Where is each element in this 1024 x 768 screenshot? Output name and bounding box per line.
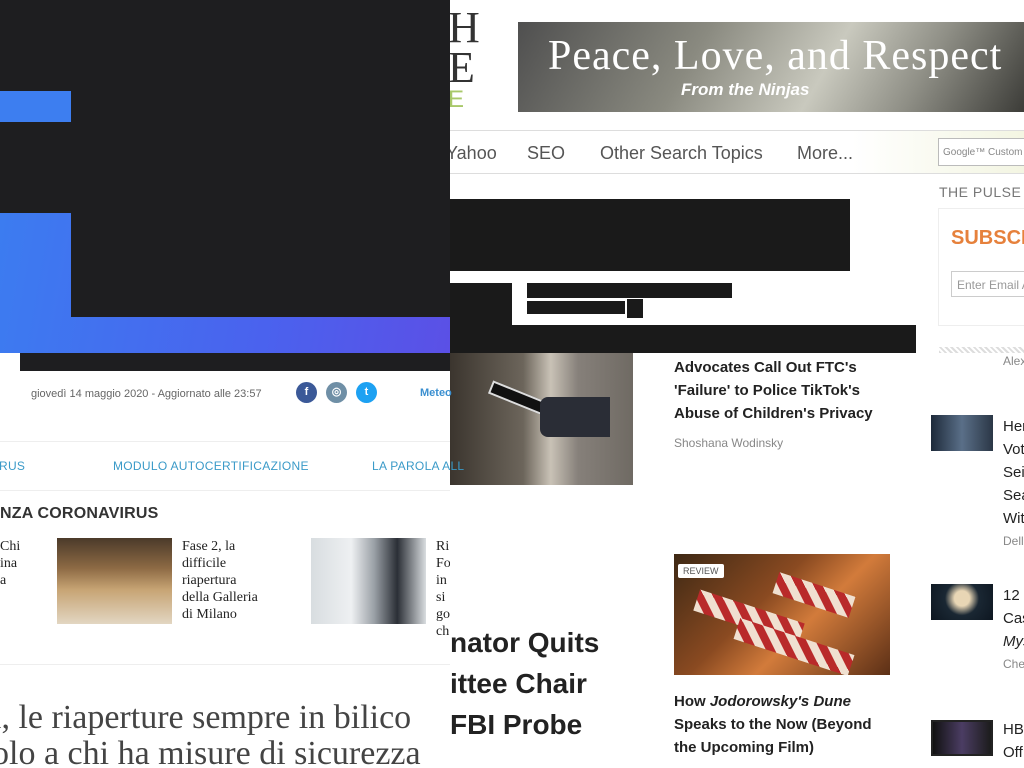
card-image[interactable] [311,538,426,624]
story-title-post: Speaks to the Now (Beyond the Upcoming F… [674,716,872,756]
article-photo[interactable] [450,353,633,485]
sidebar-thumbnail[interactable] [931,584,993,620]
sidebar-item-title[interactable]: Her Vot Sei Sea Wit [1003,415,1024,530]
sidebar-line: 12 c [1003,587,1024,604]
story-author[interactable]: Shoshana Wodinsky [674,436,783,450]
search-input[interactable]: Google™ Custom [938,138,1024,166]
card-text[interactable]: Chi ina a [0,538,30,589]
story-title-film: Jodorowsky's Dune [709,693,851,710]
spaceship-illustration [772,572,856,618]
sidebar-line: Sea [1003,487,1024,504]
card-text[interactable]: Ri Fo in si go ch [436,538,450,640]
subscribe-panel: SUBSCRIBE Enter Email Address [938,208,1024,326]
redacted-bar [627,299,643,318]
logo-letter-e: E [448,43,475,92]
meteo-link[interactable]: Meteo [420,387,452,399]
redacted-bar [527,301,625,314]
headline-line: FBI Probe [450,709,583,740]
section-title[interactable]: NZA CORONAVIRUS [0,505,159,523]
nav-item-coronavirus[interactable]: RUS [0,459,25,473]
sidebar-divider [939,347,1024,353]
sidebar-author[interactable]: Che [1003,657,1024,671]
email-field[interactable]: Enter Email Address [951,271,1024,297]
story-title[interactable]: Advocates Call Out FTC's 'Failure' to Po… [674,356,884,425]
hand-illustration [540,397,610,437]
headline-line: nator Quits [450,627,600,658]
subscribe-title: SUBSCRIBE [951,227,1024,249]
lead-headline[interactable]: nator Quits ittee Chair FBI Probe [450,622,650,745]
sidebar-line: Mys [1003,633,1024,650]
sidebar-item-title[interactable]: HBC Off [1003,718,1024,764]
divider [0,664,450,665]
header-overlay [71,213,450,317]
card-image[interactable] [57,538,172,624]
instagram-glyph: ◎ [331,386,342,398]
nav-item-yahoo[interactable]: Yahoo [446,143,497,164]
nav-item-more[interactable]: More... [797,143,853,164]
sidebar-line: Sei [1003,464,1024,481]
nav-item-la-parola[interactable]: LA PAROLA ALL [372,459,464,473]
redacted-bar [450,199,850,271]
date-updated: giovedì 14 maggio 2020 - Aggiornato alle… [31,388,262,400]
site-logo[interactable]: H E [448,3,480,92]
sidebar-thumbnail[interactable] [931,415,993,451]
header-gap [0,353,20,371]
banner-subtitle: From the Ninjas [681,80,810,99]
twitter-icon[interactable]: t [356,382,377,403]
sidebar-thumbnail[interactable] [931,720,993,756]
headline-line: i, le riaperture sempre in bilico [0,699,412,736]
nav-item-autocertificazione[interactable]: MODULO AUTOCERTIFICAZIONE [113,459,309,473]
sidebar-author[interactable]: Alex [1003,354,1024,368]
story-title-pre: How [674,693,710,710]
header-accent-strip [0,91,71,122]
redacted-bar [527,283,732,298]
banner-ad[interactable]: Peace, Love, and Respect From the Ninjas [518,22,1024,112]
story-title[interactable]: How Jodorowsky's Dune Speaks to the Now … [674,690,889,759]
redacted-bar [450,283,512,325]
divider [0,490,450,491]
divider [0,441,450,442]
twitter-glyph: t [364,386,369,398]
facebook-icon[interactable]: f [296,382,317,403]
sidebar-line: Vot [1003,441,1024,458]
sidebar-line: Her [1003,418,1024,435]
instagram-icon[interactable]: ◎ [326,382,347,403]
sidebar-line: Cas [1003,610,1024,627]
headline-line: ittee Chair [450,668,587,699]
nav-item-seo[interactable]: SEO [527,143,565,164]
facebook-glyph: f [304,386,309,398]
nav-item-other-search-topics[interactable]: Other Search Topics [600,143,763,164]
sidebar-author[interactable]: Dell [1003,534,1024,548]
review-badge: REVIEW [678,564,724,578]
banner-title: Peace, Love, and Respect [548,33,1003,79]
headline-line: olo a chi ha misure di sicurezza [0,735,421,768]
sidebar-line: Wit [1003,510,1024,527]
sidebar-line: HBC [1003,721,1024,738]
sidebar-line: Off [1003,744,1023,761]
logo-letter-green: E [448,86,465,113]
main-headline[interactable]: i, le riaperture sempre in bilico olo a … [0,700,452,768]
card-text[interactable]: Fase 2, la difficile riapertura della Ga… [182,538,292,623]
pulse-heading: THE PULSE [939,184,1022,200]
logo-letter-h: H [448,3,480,52]
sidebar-item-title[interactable]: 12 c Cas Mys [1003,584,1024,653]
story-image[interactable]: REVIEW [674,554,890,675]
redacted-bar [450,325,916,353]
